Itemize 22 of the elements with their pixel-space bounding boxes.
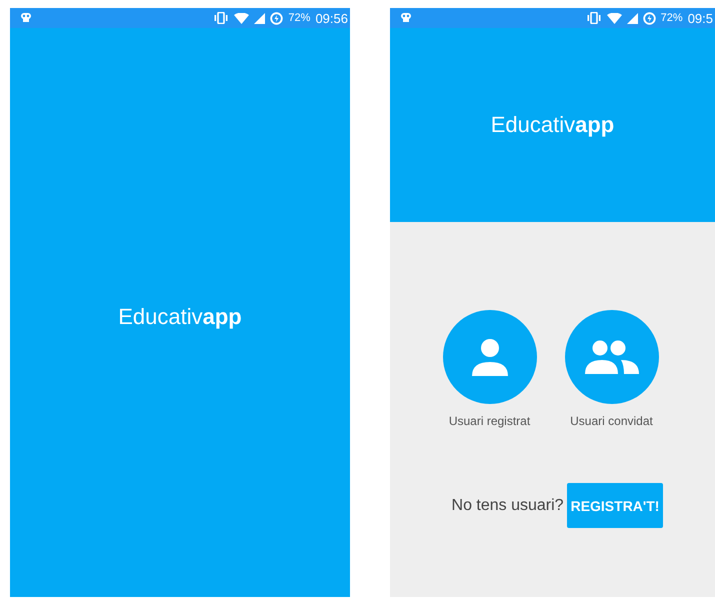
- vibrate-icon: [213, 12, 230, 24]
- clock-time: 09:56: [315, 10, 348, 26]
- register-button[interactable]: REGISTRA'T!: [566, 483, 664, 528]
- robot-icon: [400, 12, 412, 24]
- register-prompt: No tens usuari?: [452, 496, 564, 514]
- app-title: Educativapp: [118, 304, 242, 330]
- option-label: Usuari convidat: [570, 414, 653, 428]
- wifi-icon: [234, 12, 250, 24]
- vibrate-icon: [586, 12, 602, 24]
- battery-saver-icon: [270, 12, 284, 24]
- person-icon: [470, 338, 510, 376]
- battery-saver-icon: [642, 12, 656, 24]
- app-title: Educativapp: [490, 112, 614, 138]
- signal-icon: [254, 12, 266, 24]
- battery-percent: 72%: [288, 12, 310, 24]
- people-icon: [584, 340, 638, 374]
- robot-icon: [20, 12, 32, 24]
- option-label: Usuari registrat: [448, 414, 530, 428]
- wifi-icon: [606, 12, 622, 24]
- battery-percent: 72%: [660, 12, 683, 24]
- clock-time: 09:5: [688, 10, 713, 26]
- signal-icon: [626, 12, 638, 24]
